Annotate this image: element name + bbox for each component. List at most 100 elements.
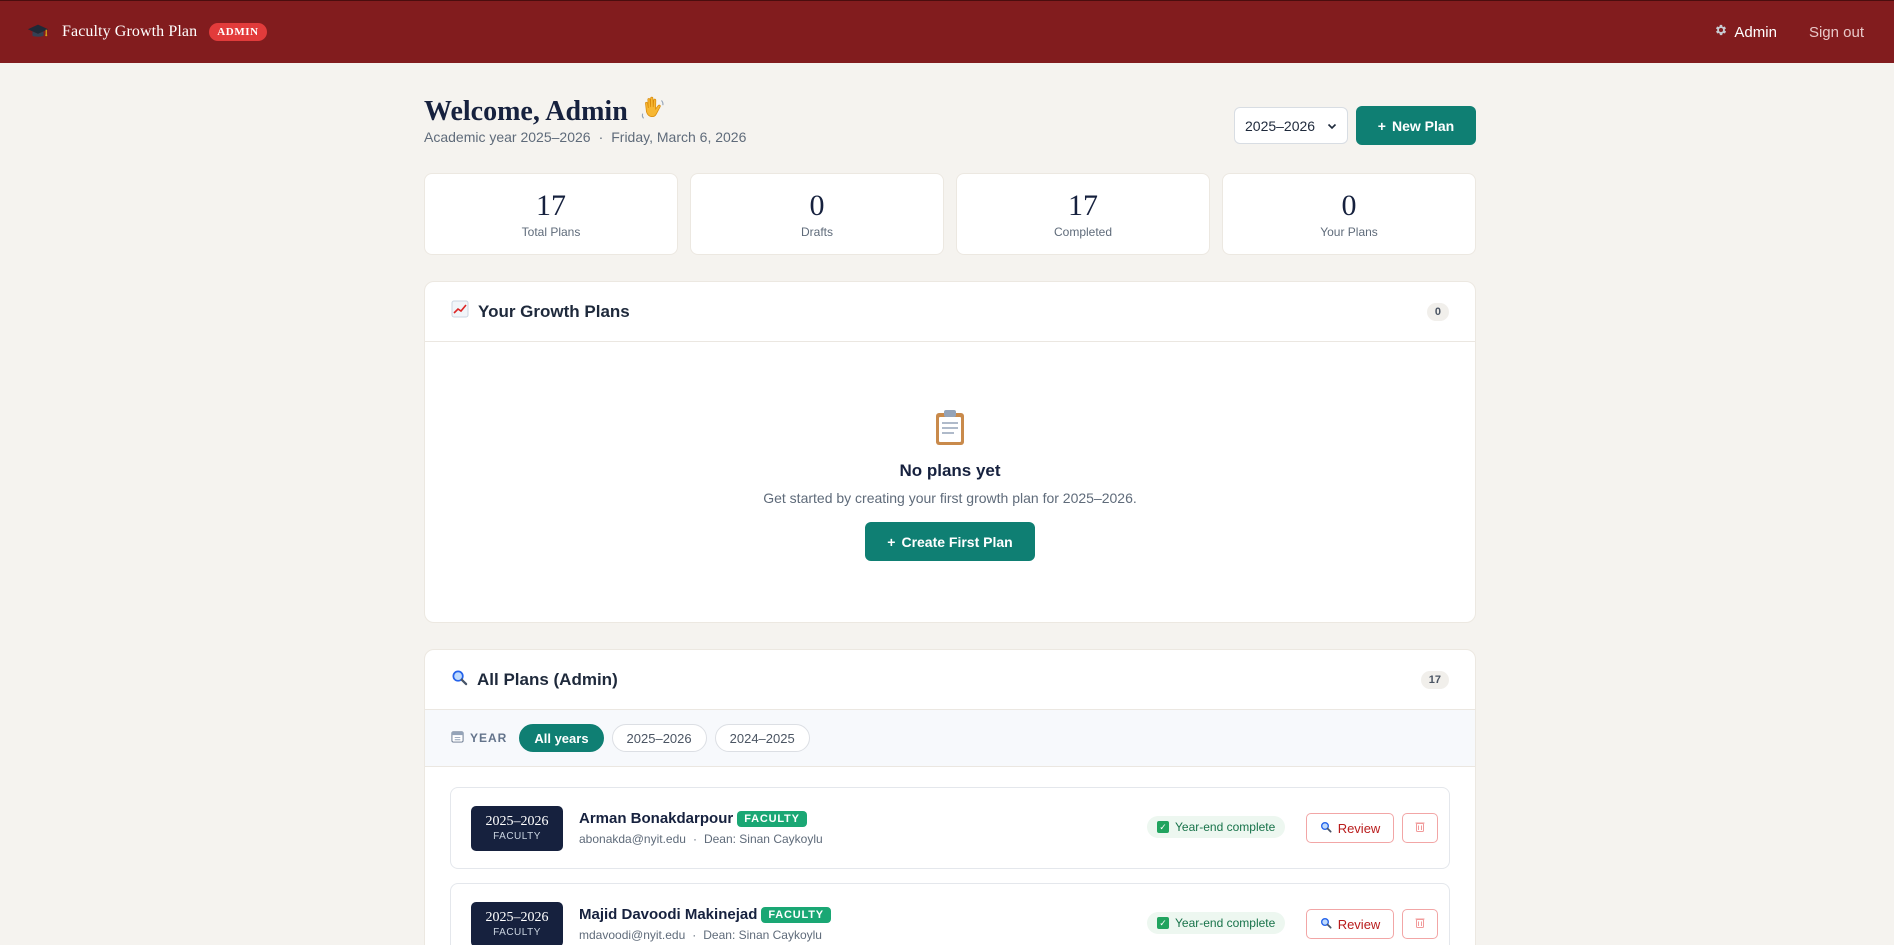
plan-email: mdavoodi@nyit.edu [579,928,686,942]
plan-email: abonakda@nyit.edu [579,832,686,846]
empty-state-title: No plans yet [899,461,1001,480]
sign-out-link[interactable]: Sign out [1809,24,1864,41]
stat-label: Drafts [800,224,833,239]
plan-info: Arman Bonakdarpour FACULTY abonakda@nyit… [579,810,823,846]
current-date: Friday, March 6, 2026 [611,129,747,145]
brand[interactable]: Faculty Growth Plan ADMIN [24,18,267,46]
empty-state-message: Get started by creating your first growt… [763,490,1137,506]
admin-link-label: Admin [1734,23,1777,41]
academic-year-text: Academic year 2025–2026 [424,129,591,145]
stat-value: 17 [1068,188,1098,222]
admin-link[interactable]: Admin [1714,23,1777,41]
stat-value: 0 [1341,188,1357,222]
status-badge: ✓ Year-end complete [1147,816,1286,838]
year-filter-bar: YEAR All years 2025–2026 2024–2025 [425,710,1475,767]
plan-year: 2025–2026 [485,814,549,829]
stats-row: 17 Total Plans 0 Drafts 17 Completed 0 Y… [424,173,1476,255]
create-first-plan-button[interactable]: + Create First Plan [865,522,1035,561]
panel-header: All Plans (Admin) 17 [425,650,1475,710]
plan-year-badge: 2025–2026 FACULTY [471,901,563,945]
graduation-cap-icon [24,18,52,46]
stat-label: Completed [1053,224,1113,239]
stat-your-plans: 0 Your Plans [1222,173,1476,255]
magnifier-icon [1320,821,1332,836]
separator: · [598,129,604,145]
chevron-down-icon [1327,118,1337,134]
delete-button[interactable] [1402,813,1438,843]
plan-info: Majid Davoodi Makinejad FACULTY mdavoodi… [579,906,831,942]
plan-owner: Arman Bonakdarpour FACULTY [579,810,823,827]
year-select-value: 2025–2026 [1245,117,1316,134]
create-first-plan-label: Create First Plan [901,533,1013,550]
year-select[interactable]: 2025–2026 [1234,107,1348,144]
check-box-icon: ✓ [1157,917,1169,929]
stat-label: Your Plans [1320,224,1378,239]
panel-header: Your Growth Plans 0 [425,282,1475,342]
plus-icon: + [1377,117,1386,134]
stat-value: 17 [536,188,566,222]
main-content: Welcome, Admin Academic year 2025–2026 ·… [424,63,1476,945]
year-filter-text: YEAR [470,731,508,745]
plans-count-badge: 17 [1420,670,1449,689]
stat-value: 0 [809,188,825,222]
plan-list: 2025–2026 FACULTY Arman Bonakdarpour FAC… [425,767,1475,945]
calendar-icon [451,730,464,746]
status-text: Year-end complete [1175,916,1276,930]
brand-title: Faculty Growth Plan [62,23,198,40]
separator: · [692,928,697,942]
plan-role: FACULTY [493,831,541,842]
review-label: Review [1337,916,1381,932]
status-badge: ✓ Year-end complete [1147,912,1286,934]
clipboard-icon [932,408,968,451]
filter-chip-2025-2026[interactable]: 2025–2026 [611,724,707,752]
plus-icon: + [887,533,896,550]
plan-role: FACULTY [493,927,541,938]
chart-increasing-icon [451,300,469,323]
plan-year-badge: 2025–2026 FACULTY [471,805,563,851]
magnifier-icon [1320,917,1332,932]
review-label: Review [1337,820,1381,836]
filter-chip-all-years[interactable]: All years [519,724,604,752]
welcome-text: Welcome, Admin [424,96,628,127]
gear-icon [1714,23,1728,41]
stat-label: Total Plans [521,224,581,239]
faculty-tag: FACULTY [761,906,831,923]
review-button[interactable]: Review [1306,909,1394,939]
year-filter-label: YEAR [451,730,507,746]
plan-meta: mdavoodi@nyit.edu · Dean: Sinan Caykoylu [579,928,831,942]
panel-title: All Plans (Admin) [451,669,618,691]
filter-chip-2024-2025[interactable]: 2024–2025 [714,724,810,752]
empty-state: No plans yet Get started by creating you… [425,342,1475,622]
stat-drafts: 0 Drafts [690,173,944,255]
new-plan-label: New Plan [1391,117,1455,134]
separator: · [692,832,697,846]
plan-row: 2025–2026 FACULTY Arman Bonakdarpour FAC… [450,787,1450,869]
panel-title: Your Growth Plans [451,300,630,323]
plan-dean: Dean: Sinan Caykoylu [703,832,823,846]
panel-title-text: Your Growth Plans [478,301,630,321]
panel-title-text: All Plans (Admin) [477,669,618,689]
all-plans-panel: All Plans (Admin) 17 YEAR All years 2025… [424,649,1476,945]
review-button[interactable]: Review [1306,813,1394,843]
trash-icon [1415,915,1425,933]
plan-year: 2025–2026 [485,910,549,925]
top-nav-bar: Faculty Growth Plan ADMIN Admin Sign out [0,0,1894,63]
plan-dean: Dean: Sinan Caykoylu [703,928,822,942]
welcome-subtitle: Academic year 2025–2026 · Friday, March … [424,129,746,145]
plan-owner-name: Majid Davoodi Makinejad [579,906,758,923]
plan-meta: abonakda@nyit.edu · Dean: Sinan Caykoylu [579,832,823,846]
plan-owner: Majid Davoodi Makinejad FACULTY [579,906,831,923]
waving-hand-icon [638,93,668,131]
welcome-section: Welcome, Admin Academic year 2025–2026 ·… [424,63,1476,173]
faculty-tag: FACULTY [737,810,807,827]
magnifier-icon [451,669,468,691]
new-plan-button[interactable]: + New Plan [1356,106,1476,145]
stat-total-plans: 17 Total Plans [424,173,678,255]
plans-count-badge: 0 [1426,302,1449,321]
admin-role-badge: ADMIN [209,23,267,41]
trash-icon [1415,819,1425,837]
plan-owner-name: Arman Bonakdarpour [579,810,734,827]
plan-row: 2025–2026 FACULTY Majid Davoodi Makineja… [450,883,1450,945]
check-box-icon: ✓ [1157,821,1169,833]
delete-button[interactable] [1402,909,1438,939]
